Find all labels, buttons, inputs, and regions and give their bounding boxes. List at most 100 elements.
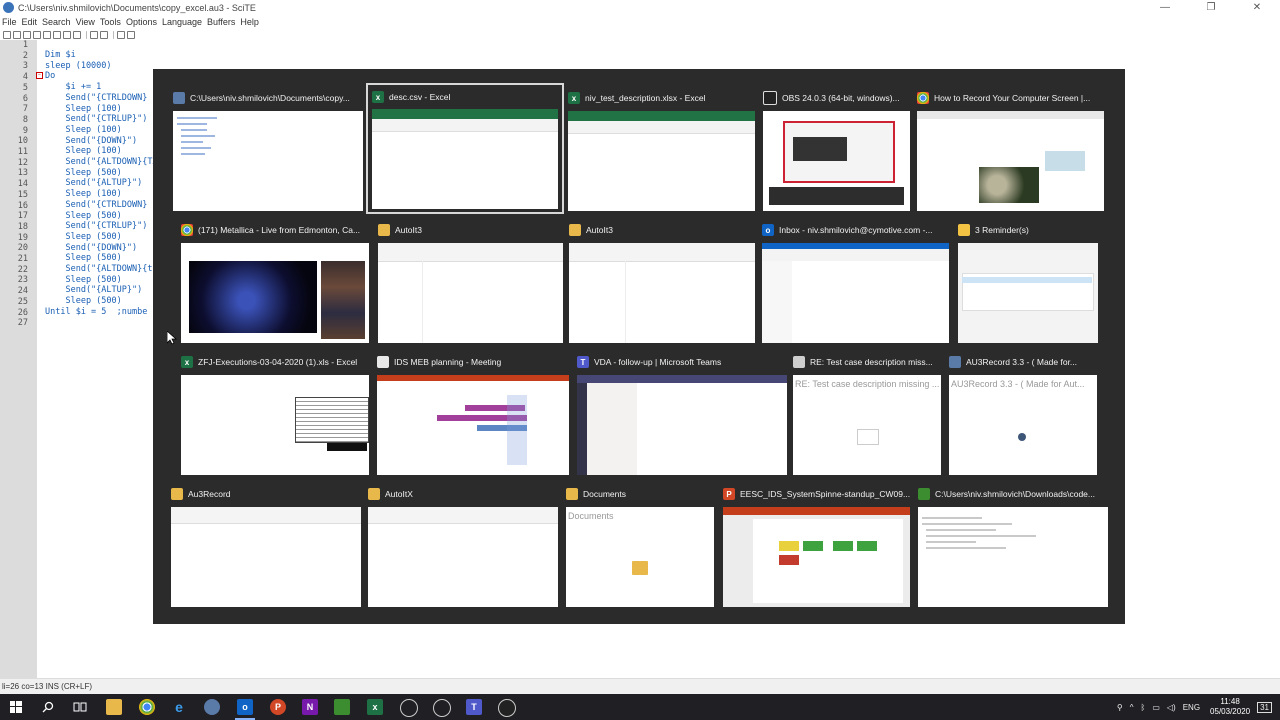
code-line: Sleep (500) [45, 296, 122, 307]
switcher-tile-au3record-window[interactable]: AU3Record 3.3 - ( Made for... AU3Record … [949, 353, 1097, 475]
save-icon[interactable] [23, 30, 31, 39]
switcher-tile-obs[interactable]: OBS 24.0.3 (64-bit, windows)... [763, 89, 910, 211]
copy-icon[interactable] [53, 30, 61, 39]
menu-search[interactable]: Search [42, 17, 71, 27]
thumbnail-caption: AU3Record 3.3 - ( Made for Aut... [951, 379, 1085, 389]
powerpoint-icon: P [723, 488, 735, 500]
tile-thumbnail [763, 111, 910, 211]
code-line: Send("{CTRLDOWN} [45, 92, 148, 103]
paste-icon[interactable] [63, 30, 71, 39]
switcher-tile-autoit3-b[interactable]: AutoIt3 [569, 221, 755, 343]
tile-title: RE: Test case description miss... [810, 357, 933, 367]
maximize-button[interactable]: ❐ [1188, 0, 1234, 15]
file-explorer-icon[interactable] [106, 699, 122, 715]
notifications-icon[interactable]: 31 [1257, 701, 1272, 713]
teams-icon: T [577, 356, 589, 368]
switcher-tile-autoitx[interactable]: AutoItX [368, 485, 558, 607]
replace-icon[interactable] [127, 30, 135, 39]
switcher-tile-re-test-case[interactable]: RE: Test case description miss... RE: Te… [793, 353, 941, 475]
scite-icon[interactable] [433, 699, 451, 717]
menu-buffers[interactable]: Buffers [207, 17, 235, 27]
cut-icon[interactable] [43, 30, 51, 39]
keyboard-language[interactable]: ENG [1183, 703, 1200, 712]
thumbnail-caption: Documents [568, 511, 614, 521]
onenote-icon[interactable]: N [302, 699, 318, 715]
switcher-tile-autoit3-a[interactable]: AutoIt3 [378, 221, 563, 343]
edge-icon[interactable]: e [171, 699, 187, 715]
print-icon[interactable] [33, 30, 41, 39]
switcher-tile-reminders[interactable]: 3 Reminder(s) [958, 221, 1098, 343]
switcher-tile-zfj-executions[interactable]: x ZFJ-Executions-03-04-2020 (1).xls - Exc… [181, 353, 369, 475]
task-view-icon[interactable] [72, 699, 88, 715]
code-line: Sleep (500) [45, 231, 122, 242]
code-line: Send("{CTRLUP}") [45, 221, 148, 232]
obs-icon[interactable] [498, 699, 516, 717]
switcher-tile-how-to-record[interactable]: How to Record Your Computer Screen |... [917, 89, 1104, 211]
chrome-icon [917, 92, 929, 104]
switcher-tile-inbox[interactable]: o Inbox - niv.shmilovich@cymotive.com -..… [762, 221, 949, 343]
document-icon [377, 356, 389, 368]
outlook-icon[interactable]: o [237, 699, 253, 715]
switcher-tile-niv-test-description[interactable]: x niv_test_description.xlsx - Excel [568, 89, 755, 211]
volume-icon[interactable]: ◁) [1167, 703, 1176, 712]
find-icon[interactable] [117, 30, 125, 39]
switcher-tile-ids-meb-planning[interactable]: IDS MEB planning - Meeting [377, 353, 569, 475]
excel-icon: x [568, 92, 580, 104]
menu-help[interactable]: Help [240, 17, 259, 27]
system-tray: ⚲ ^ ᛒ ▭ ◁) ENG 11:48 05/03/2020 31 [1110, 694, 1272, 720]
status-bar: li=26 co=13 INS (CR+LF) [0, 678, 1280, 695]
tile-title: Inbox - niv.shmilovich@cymotive.com -... [779, 225, 933, 235]
line-number: 5 [22, 82, 28, 93]
bluetooth-icon[interactable]: ᛒ [1141, 703, 1146, 712]
excel-icon[interactable]: x [367, 699, 383, 715]
autoit-icon[interactable] [400, 699, 418, 717]
notepad-plus-icon[interactable] [334, 699, 350, 715]
line-number: 18 [17, 221, 28, 232]
tile-thumbnail [372, 109, 558, 209]
fold-marker-icon[interactable]: − [36, 72, 43, 79]
windows-start-icon[interactable] [8, 699, 24, 715]
folder-icon [378, 224, 390, 236]
status-text: li=26 co=13 INS (CR+LF) [2, 682, 93, 691]
undo-icon[interactable] [90, 30, 98, 39]
tile-title: AU3Record 3.3 - ( Made for... [966, 357, 1078, 367]
switcher-tile-documents[interactable]: Documents Documents [566, 485, 714, 607]
tile-thumbnail [569, 243, 755, 343]
menu-language[interactable]: Language [162, 17, 202, 27]
window-controls: — ❐ ✕ [1142, 0, 1280, 15]
line-number: 1 [22, 40, 28, 50]
clock[interactable]: 11:48 05/03/2020 [1210, 697, 1250, 717]
search-icon[interactable] [40, 699, 56, 715]
network-app-icon[interactable] [204, 699, 220, 715]
chrome-icon[interactable] [139, 699, 155, 715]
network-icon[interactable]: ▭ [1152, 703, 1160, 712]
switcher-tile-desc-csv[interactable]: x desc.csv - Excel [366, 83, 564, 214]
mail-icon [793, 356, 805, 368]
menu-file[interactable]: File [2, 17, 17, 27]
switcher-tile-downloads-code[interactable]: C:\Users\niv.shmilovich\Downloads\code..… [918, 485, 1108, 607]
tile-title: How to Record Your Computer Screen |... [934, 93, 1091, 103]
menu-view[interactable]: View [76, 17, 95, 27]
switcher-tile-au3record-folder[interactable]: Au3Record [171, 485, 361, 607]
tray-overflow-icon[interactable]: ^ [1130, 703, 1134, 712]
people-icon[interactable]: ⚲ [1117, 703, 1123, 712]
open-file-icon[interactable] [13, 30, 21, 39]
tile-title: EESC_IDS_SystemSpinne-standup_CW09... [740, 489, 911, 499]
minimize-button[interactable]: — [1142, 0, 1188, 15]
menu-tools[interactable]: Tools [100, 17, 121, 27]
new-file-icon[interactable] [3, 30, 11, 39]
teams-icon[interactable]: T [466, 699, 482, 715]
delete-icon[interactable] [73, 30, 81, 39]
line-number: 13 [17, 168, 28, 179]
thumbnail-caption: RE: Test case description missing ... [795, 379, 940, 389]
close-button[interactable]: ✕ [1234, 0, 1280, 15]
switcher-tile-eesc-ppt[interactable]: P EESC_IDS_SystemSpinne-standup_CW09... [723, 485, 910, 607]
powerpoint-icon[interactable]: P [270, 699, 286, 715]
toolbar-separator [113, 30, 114, 39]
menu-options[interactable]: Options [126, 17, 157, 27]
switcher-tile-scite[interactable]: C:\Users\niv.shmilovich\Documents\copy..… [173, 89, 363, 211]
redo-icon[interactable] [100, 30, 108, 39]
switcher-tile-teams[interactable]: T VDA - follow-up | Microsoft Teams [577, 353, 787, 475]
switcher-tile-metallica[interactable]: (171) Metallica - Live from Edmonton, Ca… [181, 221, 369, 343]
menu-edit[interactable]: Edit [22, 17, 38, 27]
